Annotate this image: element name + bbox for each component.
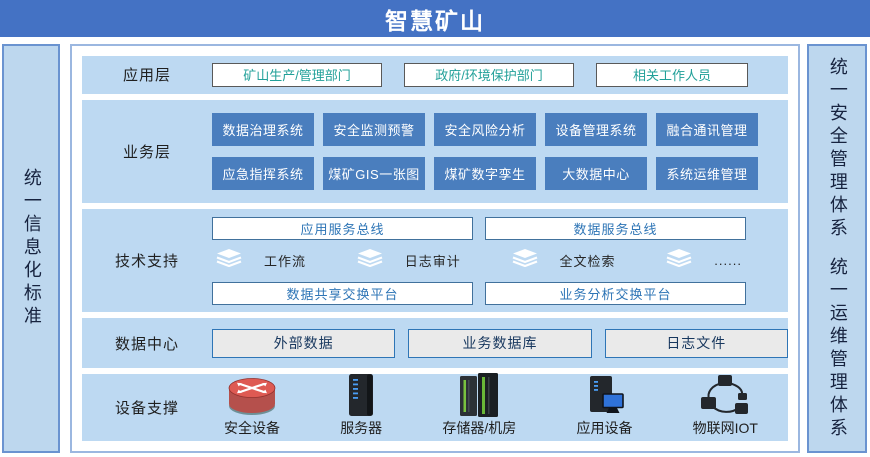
service-bus-row: 应用服务总线 数据服务总线 <box>212 217 746 240</box>
data-center-content: 外部数据 业务数据库 日志文件 <box>212 318 788 368</box>
equipment-iot-network: 物联网IOT <box>693 373 758 438</box>
service-fulltext-search: 全文检索 <box>512 249 616 272</box>
equipment-support-panel: 设备支撑 安全设备 <box>82 374 788 441</box>
biz-box-digital-twin: 煤矿数字孪生 <box>434 157 536 190</box>
stacked-layers-icon <box>512 249 538 272</box>
biz-box-data-governance: 数据治理系统 <box>212 113 314 146</box>
left-pillar-unified-standard: 统一信息化标准 <box>2 44 60 453</box>
biz-box-gis-map: 煤矿GIS一张图 <box>323 157 425 190</box>
application-layer-content: 矿山生产/管理部门 政府/环境保护部门 相关工作人员 <box>212 56 788 94</box>
service-label: ...... <box>714 253 742 268</box>
equipment-app-device: 应用设备 <box>576 373 632 438</box>
business-layer-content: 数据治理系统 安全监测预警 安全风险分析 设备管理系统 融合通讯管理 应急指挥系… <box>212 100 788 203</box>
data-center-label: 数据中心 <box>82 318 212 368</box>
equipment-security-device: 安全设备 <box>224 373 280 438</box>
equipment-label: 应用设备 <box>576 418 632 438</box>
equipment-label: 安全设备 <box>224 418 280 438</box>
biz-box-emergency-command: 应急指挥系统 <box>212 157 314 190</box>
dc-box-log-files: 日志文件 <box>605 329 788 358</box>
data-service-bus: 数据服务总线 <box>485 217 746 240</box>
exchange-platform-row: 数据共享交换平台 业务分析交换平台 <box>212 282 746 305</box>
biz-box-big-data-center: 大数据中心 <box>545 157 647 190</box>
service-label: 全文检索 <box>560 251 616 270</box>
equipment-support-content: 安全设备 <box>212 374 788 441</box>
business-row-2: 应急指挥系统 煤矿GIS一张图 煤矿数字孪生 大数据中心 系统运维管理 <box>212 157 788 190</box>
main-frame: 应用层 矿山生产/管理部门 政府/环境保护部门 相关工作人员 业务层 数据治理系… <box>70 44 800 453</box>
equipment-support-label: 设备支撑 <box>82 374 212 441</box>
banner: 智慧矿山 <box>0 0 870 37</box>
biz-box-comm-management: 融合通讯管理 <box>656 113 758 146</box>
right-pillar-management-systems: 统一安全管理体系 统一运维管理体系 <box>807 44 867 453</box>
application-layer-label: 应用层 <box>82 56 212 94</box>
tech-support-label: 技术支持 <box>82 209 212 312</box>
biz-box-safety-monitoring: 安全监测预警 <box>323 113 425 146</box>
page-title: 智慧矿山 <box>385 2 485 36</box>
dc-box-business-database: 业务数据库 <box>408 329 591 358</box>
iot-network-icon <box>699 373 751 417</box>
service-workflow: 工作流 <box>216 249 306 272</box>
business-analysis-platform: 业务分析交换平台 <box>485 282 746 305</box>
equipment-label: 物联网IOT <box>693 418 758 438</box>
equipment-label: 存储器/机房 <box>442 418 516 438</box>
tech-support-panel: 技术支持 应用服务总线 数据服务总线 工作流 <box>82 209 788 312</box>
equipment-storage-room: 存储器/机房 <box>442 373 516 438</box>
right-pillar-label-ops: 统一运维管理体系 <box>827 257 847 441</box>
data-center-panel: 数据中心 外部数据 业务数据库 日志文件 <box>82 318 788 368</box>
business-layer-label: 业务层 <box>82 100 212 203</box>
app-box-related-staff: 相关工作人员 <box>596 63 748 87</box>
stacked-layers-icon <box>357 249 383 272</box>
stacked-layers-icon <box>216 249 242 272</box>
right-pillar-label-security: 统一安全管理体系 <box>827 57 847 241</box>
business-row-1: 数据治理系统 安全监测预警 安全风险分析 设备管理系统 融合通讯管理 <box>212 113 788 146</box>
equipment-label: 服务器 <box>340 418 382 438</box>
smart-mine-architecture-diagram: 智慧矿山 统一信息化标准 统一安全管理体系 统一运维管理体系 应用层 矿山生产/… <box>0 0 870 457</box>
biz-box-ops-management: 系统运维管理 <box>656 157 758 190</box>
dc-box-external-data: 外部数据 <box>212 329 395 358</box>
service-log-audit: 日志审计 <box>357 249 461 272</box>
stacked-layers-icon <box>666 249 692 272</box>
app-box-government-env: 政府/环境保护部门 <box>404 63 574 87</box>
tech-support-content: 应用服务总线 数据服务总线 工作流 日志审计 <box>212 209 788 312</box>
server-icon <box>344 373 378 417</box>
service-more: ...... <box>666 249 742 272</box>
app-box-mine-production: 矿山生产/管理部门 <box>212 63 382 87</box>
service-label: 工作流 <box>264 251 306 270</box>
biz-box-device-management: 设备管理系统 <box>545 113 647 146</box>
application-layer-panel: 应用层 矿山生产/管理部门 政府/环境保护部门 相关工作人员 <box>82 56 788 94</box>
biz-box-risk-analysis: 安全风险分析 <box>434 113 536 146</box>
business-layer-panel: 业务层 数据治理系统 安全监测预警 安全风险分析 设备管理系统 融合通讯管理 应… <box>82 100 788 203</box>
app-service-bus: 应用服务总线 <box>212 217 473 240</box>
middleware-services-row: 工作流 日志审计 全文检索 <box>212 248 746 274</box>
service-label: 日志审计 <box>405 251 461 270</box>
equipment-server: 服务器 <box>340 373 382 438</box>
app-device-icon <box>582 373 626 417</box>
firewall-device-icon <box>225 373 279 417</box>
storage-rack-icon <box>457 373 501 417</box>
left-pillar-label: 统一信息化标准 <box>21 168 41 329</box>
data-sharing-platform: 数据共享交换平台 <box>212 282 473 305</box>
